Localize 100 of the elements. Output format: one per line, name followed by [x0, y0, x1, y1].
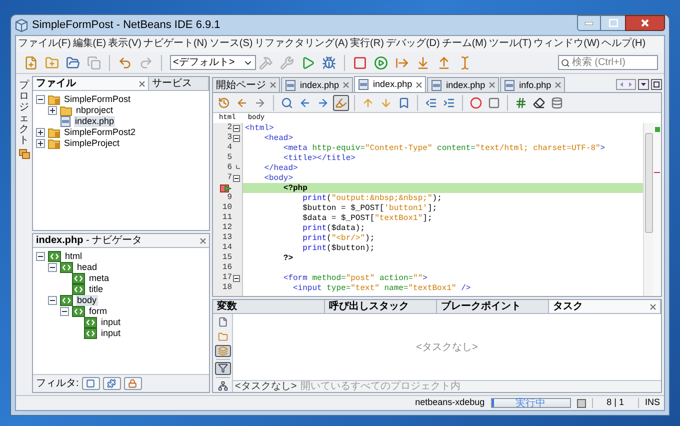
panel-tab[interactable]: サービス: [149, 77, 209, 90]
editor-tab[interactable]: index.php: [427, 77, 500, 92]
tree-item[interactable]: SimpleFormPost: [63, 94, 132, 105]
search-field[interactable]: 検索 (Ctrl+I): [558, 55, 658, 70]
close-button[interactable]: [625, 15, 665, 31]
code-line: <meta http-equiv="Content-Type" content="text/html; charset=UTF-8">: [282, 144, 606, 153]
menu-item[interactable]: チーム(M): [442, 37, 487, 51]
cancel-icon[interactable]: [576, 398, 586, 408]
fold-icon[interactable]: [233, 274, 240, 282]
config-dropdown[interactable]: <デフォルト>: [168, 55, 254, 70]
tree-item[interactable]: SimpleProject: [63, 138, 121, 149]
menu-item[interactable]: ツール(T): [488, 37, 532, 51]
windows-icon[interactable]: [18, 149, 30, 159]
scrollbar[interactable]: [643, 123, 653, 296]
menu-item[interactable]: ヘルプ(H): [602, 37, 646, 51]
menu-item[interactable]: 実行(R): [350, 37, 384, 51]
line-number: 16: [222, 263, 232, 273]
code-line: <body>: [263, 174, 294, 183]
panel-tab[interactable]: ファイル: [33, 77, 149, 90]
search-icon: [561, 58, 570, 68]
close-icon[interactable]: [270, 82, 276, 88]
line-number: 10: [222, 203, 232, 213]
tree-item[interactable]: input: [100, 328, 122, 339]
folder-open-icon: [66, 56, 80, 70]
filter-button[interactable]: [82, 377, 100, 390]
fold-icon[interactable]: [233, 124, 240, 132]
tree-item[interactable]: index.php: [74, 116, 116, 127]
close-icon[interactable]: [343, 82, 350, 88]
menu-item[interactable]: ナビゲート(N): [143, 37, 208, 51]
task-filter-button[interactable]: [214, 344, 230, 358]
collapse-icon[interactable]: [48, 296, 57, 305]
maximize-icon[interactable]: [651, 79, 662, 90]
editor-tab[interactable]: index.php: [281, 77, 354, 92]
tree-item[interactable]: head: [76, 262, 98, 273]
tree-item[interactable]: nbproject: [75, 105, 114, 116]
code-line: ?>: [282, 254, 294, 263]
maximize-button[interactable]: [601, 15, 625, 31]
menu-item[interactable]: ファイル(F): [18, 37, 71, 51]
forward-arrow-icon: [254, 96, 266, 108]
expand-icon[interactable]: [36, 139, 45, 148]
task-filter-button[interactable]: [214, 362, 230, 375]
toolbar-button[interactable]: [372, 54, 390, 72]
projects-side-tab[interactable]: プロジェクト: [19, 80, 29, 146]
tree-item[interactable]: meta: [88, 273, 110, 284]
line-number: 6: [227, 163, 232, 173]
tag-icon: [72, 306, 85, 317]
menu-item[interactable]: デバッグ(D): [386, 37, 440, 51]
square-icon: [86, 379, 96, 388]
collapse-icon[interactable]: [36, 252, 45, 261]
tree-item[interactable]: SimpleFormPost2: [63, 127, 137, 138]
insert-mode: INS: [644, 396, 660, 410]
tag-icon: [72, 284, 85, 295]
filter-button[interactable]: [124, 377, 142, 390]
expand-icon[interactable]: [36, 128, 45, 137]
close-icon[interactable]: [139, 80, 145, 86]
editor-tab[interactable]: info.php: [500, 77, 566, 92]
minimize-button[interactable]: [577, 15, 601, 31]
close-icon[interactable]: [650, 304, 656, 310]
close-icon[interactable]: [489, 82, 496, 88]
filter-button[interactable]: [102, 377, 121, 390]
panel-tab[interactable]: タスク: [549, 300, 661, 313]
line-number: 9: [227, 193, 232, 203]
hammer-icon: [259, 56, 273, 70]
close-icon[interactable]: [555, 82, 562, 88]
editor-tab[interactable]: 開始ページ: [212, 77, 280, 92]
menu-item[interactable]: 編集(E): [72, 37, 106, 51]
line-number: 15: [222, 253, 232, 263]
menu-item[interactable]: 表示(V): [108, 37, 142, 51]
collapse-icon[interactable]: [60, 307, 69, 316]
menu-item[interactable]: ウィンドウ(W): [534, 37, 600, 51]
fold-icon[interactable]: [233, 174, 240, 182]
tree-item[interactable]: input: [100, 317, 122, 328]
line-number: 13: [222, 233, 232, 243]
toolbar-button[interactable]: [320, 54, 338, 72]
debug-session: netbeans-xdebug: [415, 396, 485, 410]
menu-item[interactable]: リファクタリング(A): [254, 37, 348, 51]
tree-item[interactable]: form: [88, 306, 108, 317]
history-icon: [218, 96, 230, 108]
php-file-icon: [504, 80, 516, 90]
comment-icon: [515, 96, 527, 108]
fold-icon[interactable]: [233, 134, 240, 142]
close-icon[interactable]: [416, 82, 422, 88]
editor-toolbar-button[interactable]: [333, 94, 349, 110]
bookmark-icon: [398, 96, 410, 108]
tree-icon: [218, 380, 228, 391]
expand-icon[interactable]: [48, 106, 57, 115]
code-line: $data = $_POST["textBox1"];: [302, 214, 432, 223]
tree-item[interactable]: body: [76, 295, 98, 306]
indent-icon: [443, 96, 455, 108]
collapse-icon[interactable]: [36, 95, 45, 104]
tree-item[interactable]: html: [64, 251, 84, 262]
maximize-icon: [608, 19, 618, 27]
tree-item[interactable]: title: [88, 284, 104, 295]
collapse-icon[interactable]: [48, 263, 57, 272]
dropdown-icon[interactable]: [638, 79, 649, 90]
close-icon[interactable]: [200, 238, 206, 244]
menu-item[interactable]: ソース(S): [209, 37, 253, 51]
editor-tab[interactable]: index.php: [354, 76, 426, 92]
code-line: <form method="post" action="">: [282, 274, 428, 283]
php-file-icon: [358, 79, 370, 90]
